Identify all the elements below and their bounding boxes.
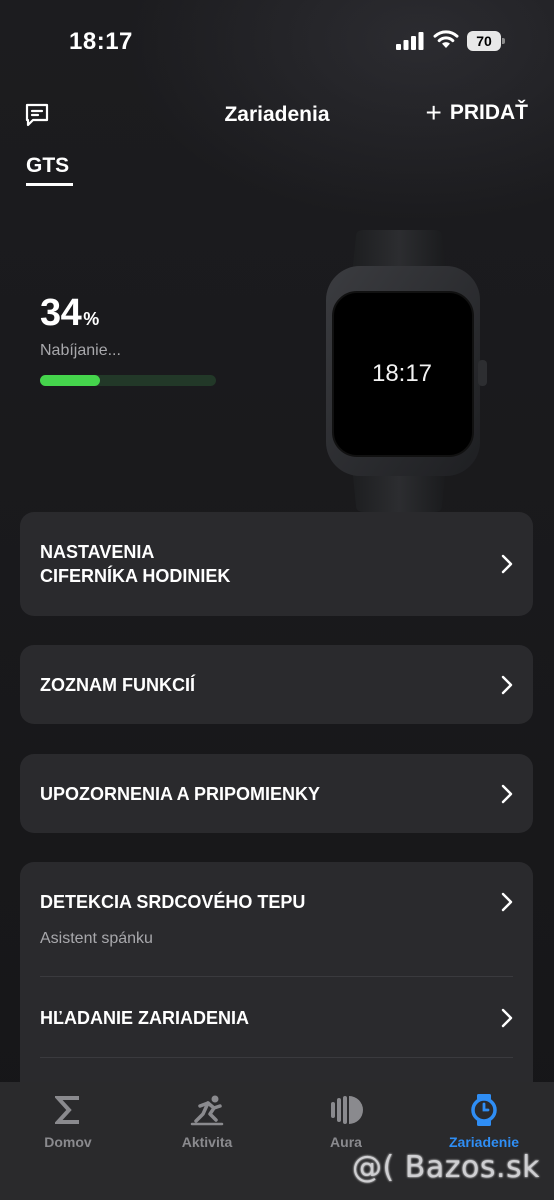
notifications-card[interactable]: UPOZORNENIA A PRIPOMIENKY — [20, 754, 533, 833]
sigma-icon — [55, 1096, 79, 1124]
find-device-row[interactable]: HĽADANIE ZARIADENIA — [20, 977, 533, 1057]
chevron-right-icon — [501, 784, 513, 804]
battery-indicator: 70 — [467, 31, 505, 51]
battery-percent: 34% — [40, 292, 99, 334]
running-icon — [190, 1095, 224, 1126]
watch-display-time: 18:17 — [372, 360, 432, 387]
notifications-label: UPOZORNENIA A PRIPOMIENKY — [40, 784, 321, 804]
chevron-right-icon — [501, 1008, 513, 1028]
tab-label: Aktivita — [181, 1134, 233, 1150]
tab-zariadenie[interactable]: Zariadenie — [424, 1092, 544, 1150]
add-label: PRIDAŤ — [449, 101, 528, 124]
cellular-signal-icon — [396, 32, 424, 50]
find-device-label: HĽADANIE ZARIADENIA — [40, 1008, 249, 1028]
charging-status: Nabíjanie... — [40, 342, 121, 359]
watchface-settings-label: NASTAVENIA CIFERNÍKA HODINIEK — [40, 542, 231, 586]
heart-rate-label: DETEKCIA SRDCOVÉHO TEPU — [40, 892, 306, 912]
status-bar: 18:17 70 — [0, 0, 554, 84]
chevron-right-icon — [501, 554, 513, 574]
device-tab-gts[interactable]: GTS — [26, 154, 69, 178]
watch-icon — [471, 1094, 497, 1126]
battery-progress-fill — [40, 375, 100, 386]
watchface-settings-card[interactable]: NASTAVENIA CIFERNÍKA HODINIEK — [20, 512, 533, 616]
tab-aktivita[interactable]: Aktivita — [147, 1092, 267, 1150]
status-time: 18:17 — [69, 28, 133, 55]
tab-label: Aura — [330, 1134, 362, 1150]
divider — [40, 1057, 513, 1058]
device-battery: 34% Nabíjanie... — [40, 292, 216, 386]
wifi-icon — [433, 30, 459, 48]
chevron-right-icon — [501, 675, 513, 695]
heart-rate-row[interactable]: DETEKCIA SRDCOVÉHO TEPU Asistent spánku — [20, 862, 533, 976]
watermark: @( Bazos.sk — [352, 1150, 540, 1185]
add-device-button[interactable]: + PRIDAŤ — [425, 97, 528, 128]
aura-icon — [331, 1096, 363, 1124]
battery-level: 70 — [467, 31, 501, 51]
battery-progress-bar — [40, 375, 216, 386]
tab-domov[interactable]: Domov — [8, 1092, 128, 1150]
feature-list-label: ZOZNAM FUNKCIÍ — [40, 675, 195, 695]
heart-rate-sub: Asistent spánku — [40, 930, 153, 947]
device-tab-underline — [26, 183, 73, 186]
plus-icon: + — [425, 97, 442, 128]
tab-label: Domov — [44, 1134, 92, 1150]
feature-list-card[interactable]: ZOZNAM FUNKCIÍ — [20, 645, 533, 724]
chevron-right-icon — [501, 892, 513, 912]
header: Zariadenia + PRIDAŤ — [0, 94, 554, 138]
watch-image: 18:17 — [326, 230, 487, 512]
tab-aura[interactable]: Aura — [286, 1092, 406, 1150]
tab-label: Zariadenie — [448, 1134, 520, 1150]
